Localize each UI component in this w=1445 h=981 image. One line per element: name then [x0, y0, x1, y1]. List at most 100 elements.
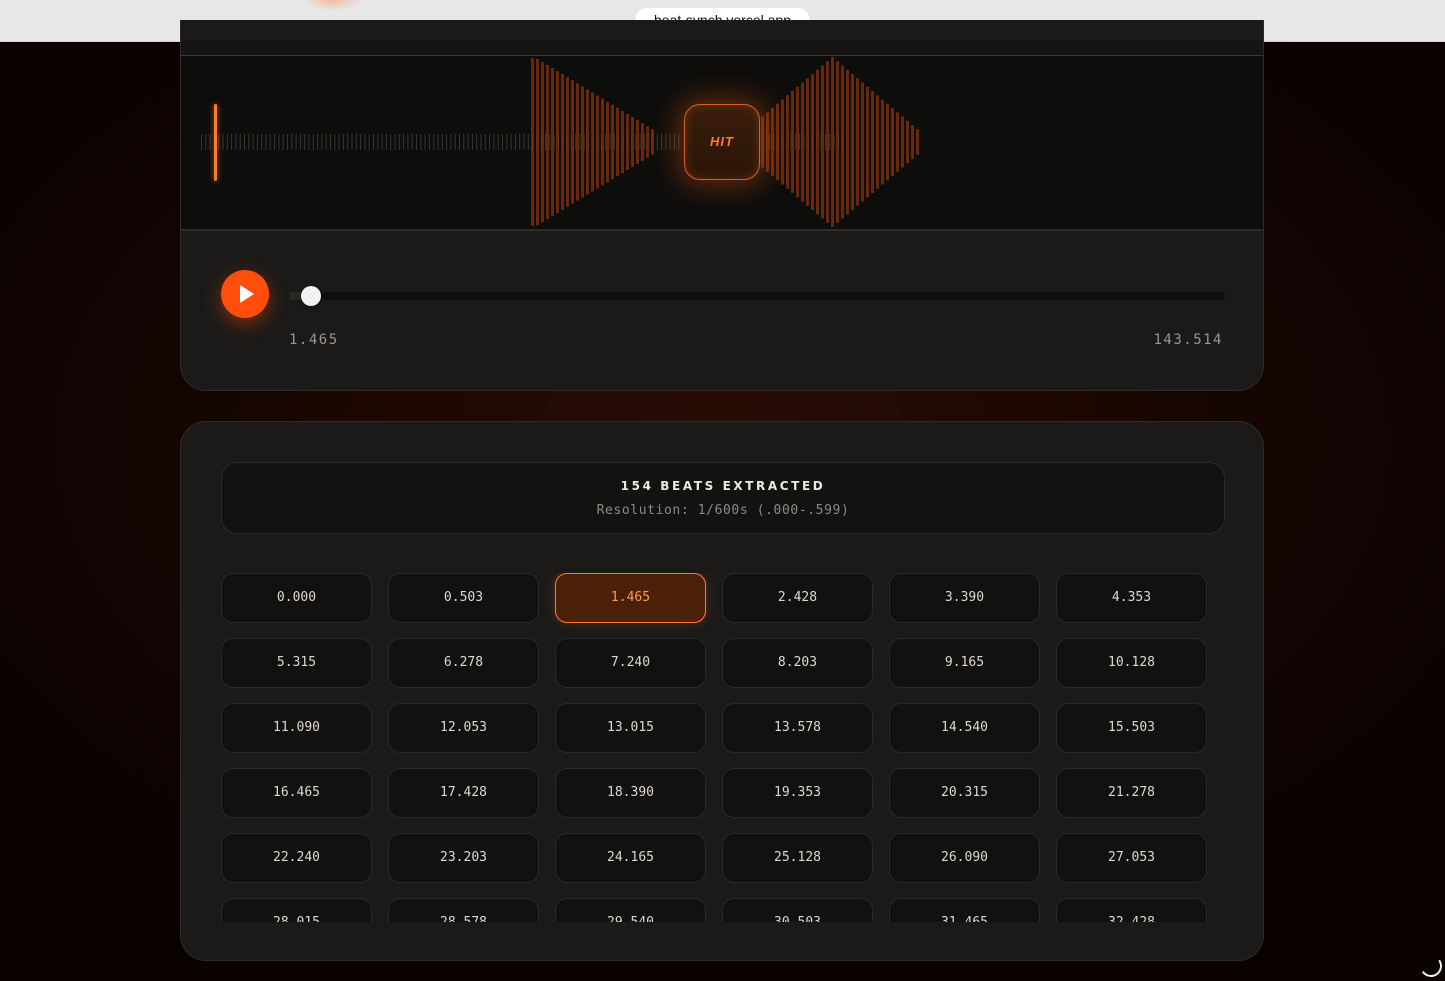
beat-button[interactable]: 1.465: [555, 573, 706, 623]
beat-button[interactable]: 22.240: [221, 833, 372, 883]
beat-button[interactable]: 29.540: [555, 898, 706, 922]
beat-button[interactable]: 0.000: [221, 573, 372, 623]
waveform-bar: [433, 134, 435, 150]
beats-grid-scroll[interactable]: 0.000 0.503 1.465 2.428 3.390 4.353 5.315 6.278…: [221, 573, 1225, 922]
play-button[interactable]: [221, 270, 269, 318]
waveform-bar: [901, 116, 904, 168]
playhead-marker[interactable]: [214, 104, 217, 181]
waveform-bar: [579, 134, 581, 150]
waveform-bar: [312, 134, 314, 150]
beat-button[interactable]: 15.503: [1056, 703, 1207, 753]
waveform-bar: [235, 134, 237, 150]
waveform-view[interactable]: HIT: [181, 56, 1263, 231]
waveform-bar: [678, 134, 680, 150]
waveform-bar: [561, 74, 564, 210]
waveform-bar: [549, 134, 551, 150]
beat-button[interactable]: 20.315: [889, 768, 1040, 818]
beats-panel: 154 BEATS EXTRACTED Resolution: 1/600s (…: [180, 421, 1264, 961]
beat-button[interactable]: 11.090: [221, 703, 372, 753]
waveform-bar: [591, 92, 594, 192]
beat-button[interactable]: 28.578: [388, 898, 539, 922]
beat-button[interactable]: 32.428: [1056, 898, 1207, 922]
beat-button[interactable]: 0.503: [388, 573, 539, 623]
beat-button[interactable]: 14.540: [889, 703, 1040, 753]
beat-button[interactable]: 2.428: [722, 573, 873, 623]
waveform-bar: [886, 103, 889, 181]
tab-glow: [305, 0, 361, 10]
beat-button[interactable]: 23.203: [388, 833, 539, 883]
waveform-bar: [601, 98, 604, 186]
waveform-bar: [911, 125, 914, 159]
beat-button[interactable]: 4.353: [1056, 573, 1207, 623]
waveform-bar: [484, 134, 486, 150]
beat-button[interactable]: 24.165: [555, 833, 706, 883]
waveform-bar: [502, 134, 503, 150]
waveform-bar: [806, 78, 809, 206]
waveform-bar: [381, 134, 383, 150]
beat-button[interactable]: 18.390: [555, 768, 706, 818]
waveform-bar: [295, 134, 297, 150]
player-panel: HIT 1.465 143.514: [180, 20, 1264, 391]
beat-button[interactable]: 16.465: [221, 768, 372, 818]
waveform-bar: [497, 134, 499, 150]
waveform-bar: [851, 74, 854, 210]
waveform-bar: [643, 134, 645, 150]
waveform-bar: [796, 86, 799, 198]
waveform-bar: [906, 120, 909, 164]
waveform-bar: [201, 134, 202, 150]
beat-button[interactable]: 26.090: [889, 833, 1040, 883]
waveform-bar: [420, 134, 422, 150]
beat-button[interactable]: 13.578: [722, 703, 873, 753]
waveform-bar: [274, 134, 276, 150]
waveform-bar: [351, 134, 353, 150]
waveform-bar: [575, 134, 577, 150]
beat-button[interactable]: 17.428: [388, 768, 539, 818]
waveform-bar: [674, 134, 675, 150]
waveform-bar: [355, 134, 357, 150]
waveform-bar: [334, 134, 336, 150]
beat-button[interactable]: 6.278: [388, 638, 539, 688]
waveform-bar: [545, 134, 546, 150]
beat-button[interactable]: 25.128: [722, 833, 873, 883]
waveform-bar: [596, 95, 599, 189]
beat-button[interactable]: 3.390: [889, 573, 1040, 623]
waveform-bar: [261, 134, 263, 150]
waveform-bar: [330, 134, 331, 150]
beat-button[interactable]: 30.503: [722, 898, 873, 922]
waveform-bar: [536, 58, 539, 226]
waveform-bar: [514, 134, 516, 150]
seek-track[interactable]: [289, 292, 1225, 300]
waveform-bar: [385, 134, 387, 150]
beat-button[interactable]: 31.465: [889, 898, 1040, 922]
waveform-bar: [222, 134, 224, 150]
beat-button[interactable]: 28.015: [221, 898, 372, 922]
waveform-bar: [856, 78, 859, 206]
waveform-bar: [373, 134, 374, 150]
beat-button[interactable]: 27.053: [1056, 833, 1207, 883]
waveform-bar: [347, 134, 349, 150]
beat-button[interactable]: 19.353: [722, 768, 873, 818]
seek-thumb[interactable]: [300, 286, 321, 306]
beat-button[interactable]: 9.165: [889, 638, 1040, 688]
waveform-bar: [368, 134, 370, 150]
beat-button[interactable]: 21.278: [1056, 768, 1207, 818]
waveform-bar: [239, 134, 241, 150]
waveform-bar: [551, 68, 554, 216]
beat-button[interactable]: 5.315: [221, 638, 372, 688]
waveform-bar: [510, 134, 512, 150]
total-duration: 143.514: [1153, 332, 1223, 348]
beat-button[interactable]: 10.128: [1056, 638, 1207, 688]
waveform-bar: [364, 134, 366, 150]
waveform-bar: [571, 80, 574, 204]
beat-button[interactable]: 13.015: [555, 703, 706, 753]
waveform-bar: [799, 134, 801, 150]
waveform-bar: [916, 129, 919, 155]
waveform-bar: [861, 82, 864, 202]
waveform-bar: [824, 134, 826, 150]
waveform-bar: [416, 134, 417, 150]
beat-button[interactable]: 7.240: [555, 638, 706, 688]
waveform-bar: [661, 134, 663, 150]
waveform-bar: [278, 134, 280, 150]
beat-button[interactable]: 12.053: [388, 703, 539, 753]
beat-button[interactable]: 8.203: [722, 638, 873, 688]
